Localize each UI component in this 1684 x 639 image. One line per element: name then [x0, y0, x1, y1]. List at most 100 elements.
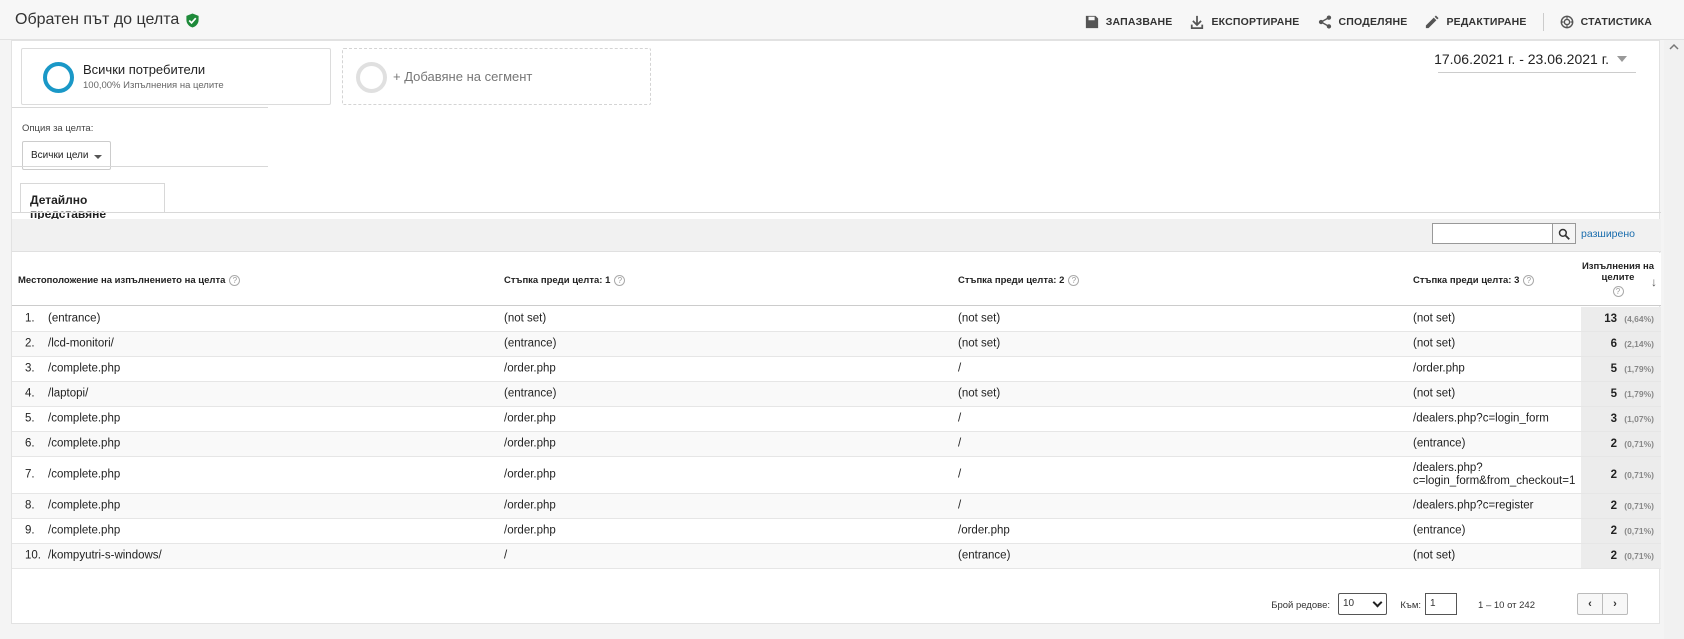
goal-completions-cell: 2 (0,71%) [1581, 457, 1661, 493]
step2-cell[interactable]: / [958, 363, 961, 376]
table-search-input[interactable] [1432, 223, 1553, 244]
goal-completions-percent: (0,71%) [1624, 551, 1654, 561]
step2-cell[interactable]: / [958, 438, 961, 451]
step1-cell[interactable]: /order.php [504, 438, 556, 451]
step1-cell[interactable]: (not set) [504, 313, 546, 326]
column-header-step1[interactable]: Стъпка преди целта: 1 ? [504, 275, 626, 286]
step1-cell[interactable]: /order.php [504, 363, 556, 376]
segment-name: Всички потребители [83, 62, 206, 77]
vertical-scrollbar[interactable] [1664, 40, 1684, 639]
table-row: 4. /laptopi/ (entrance) (not set) (not set) 5… [12, 382, 1661, 407]
search-icon [1558, 228, 1570, 240]
column-header-step3[interactable]: Стъпка преди целта: 3 ? [1413, 275, 1535, 286]
help-icon[interactable]: ? [229, 275, 241, 286]
step3-cell[interactable]: (not set) [1413, 550, 1455, 563]
step3-cell[interactable]: (entrance) [1413, 438, 1465, 451]
goto-input[interactable]: 1 [1425, 593, 1457, 615]
table-row: 9. /complete.php/order.php/order.php (entr… [12, 519, 1661, 544]
report-panel: Всички потребители 100,00% Изпълнения на… [11, 40, 1661, 625]
column-label: Стъпка преди целта: 3 [1413, 275, 1520, 286]
insights-button[interactable]: СТАТИСТИКА [1560, 15, 1652, 29]
step3-cell[interactable]: (not set) [1413, 338, 1455, 351]
step2-cell[interactable]: /order.php [958, 525, 1010, 538]
column-header-step2[interactable]: Стъпка преди целта: 2 ? [958, 275, 1080, 286]
step2-cell[interactable]: / [958, 469, 961, 482]
save-button[interactable]: ЗАПАЗВАНЕ [1085, 15, 1173, 29]
next-page-button[interactable]: › [1603, 594, 1627, 614]
step1-cell[interactable]: /order.php [504, 469, 556, 482]
previous-page-button[interactable]: ‹ [1578, 594, 1603, 614]
location-cell[interactable]: (entrance) [48, 313, 100, 326]
help-icon[interactable]: ? [1068, 275, 1080, 286]
step1-cell[interactable]: /order.php [504, 500, 556, 513]
advanced-filter-link[interactable]: разширено [1581, 228, 1635, 240]
location-cell[interactable]: /laptopi/ [48, 388, 88, 401]
goal-completions-percent: (0,71%) [1624, 501, 1654, 511]
segment-all-users[interactable]: Всички потребители 100,00% Изпълнения на… [21, 48, 331, 105]
step1-cell[interactable]: / [504, 550, 507, 563]
row-number: 1. [25, 312, 35, 325]
row-number: 7. [25, 468, 35, 481]
column-header-goal-completions[interactable]: Изпълнения на целите ↓ ? [1581, 261, 1657, 297]
goal-completions-value: 2 [1610, 438, 1617, 450]
step3-cell[interactable]: /dealers.php? c=login_form&from_checkout=… [1413, 462, 1575, 488]
goal-completions-cell: 2 (0,71%) [1581, 494, 1661, 518]
step2-cell[interactable]: (not set) [958, 313, 1000, 326]
goal-completions-value: 2 [1610, 525, 1617, 537]
rows-per-page-select[interactable]: 10 [1338, 593, 1387, 615]
edit-button[interactable]: РЕДАКТИРАНЕ [1425, 15, 1526, 29]
step1-cell[interactable]: /order.php [504, 525, 556, 538]
column-label: Изпълнения на целите [1581, 261, 1655, 283]
step2-cell[interactable]: (entrance) [958, 550, 1010, 563]
location-cell[interactable]: /complete.php [48, 438, 120, 451]
search-button[interactable] [1552, 223, 1576, 244]
goal-completions-value: 13 [1604, 313, 1617, 325]
table-row: 7. /complete.php/order.php / /dealers.php? c… [12, 457, 1661, 494]
goal-option-label: Опция за целта: [22, 123, 94, 134]
verified-shield-icon [186, 12, 199, 28]
export-button[interactable]: ЕКСПОРТИРАНЕ [1190, 15, 1299, 29]
add-segment-ring-icon [356, 62, 387, 93]
tab-divider [12, 212, 1661, 213]
step2-cell[interactable]: / [958, 500, 961, 513]
step3-cell[interactable]: (not set) [1413, 313, 1455, 326]
step3-cell[interactable]: (entrance) [1413, 525, 1465, 538]
location-cell[interactable]: /lcd-monitori/ [48, 338, 114, 351]
location-cell[interactable]: /complete.php [48, 525, 120, 538]
table-toolbar: разширено [12, 219, 1661, 252]
step1-cell[interactable]: (entrance) [504, 388, 556, 401]
step1-cell[interactable]: /order.php [504, 413, 556, 426]
add-segment-button[interactable]: + Добавяне на сегмент [342, 48, 651, 105]
help-icon[interactable]: ? [614, 275, 626, 286]
share-button[interactable]: СПОДЕЛЯНЕ [1318, 15, 1408, 29]
save-icon [1085, 15, 1098, 29]
step3-cell[interactable]: (not set) [1413, 388, 1455, 401]
location-cell[interactable]: /complete.php [48, 413, 120, 426]
divider [12, 166, 268, 167]
tab-explorer[interactable]: Детайлно представяне [20, 183, 165, 221]
row-number: 10. [25, 549, 41, 562]
step3-cell[interactable]: /dealers.php?c=login_form [1413, 413, 1549, 426]
step2-cell[interactable]: / [958, 413, 961, 426]
pencil-icon [1426, 15, 1440, 29]
location-cell[interactable]: /complete.php [48, 363, 120, 376]
goal-completions-value: 5 [1610, 363, 1617, 375]
date-range-picker[interactable]: 17.06.2021 г. - 23.06.2021 г. [1434, 51, 1627, 67]
scroll-up-arrow-icon[interactable] [1668, 42, 1680, 52]
help-icon[interactable]: ? [1523, 275, 1535, 286]
pagination-bar: Брой редове: 10 Към: 1 1 – 10 от 242 ‹ › [12, 585, 1661, 625]
help-icon[interactable]: ? [1612, 286, 1624, 297]
location-cell[interactable]: /complete.php [48, 469, 120, 482]
goal-completions-cell: 13 (4,64%) [1581, 307, 1661, 331]
column-header-location[interactable]: Местоположение на изпълнението на целта … [18, 275, 241, 286]
column-label: Местоположение на изпълнението на целта [18, 275, 226, 286]
column-label: Стъпка преди целта: 2 [958, 275, 1065, 286]
location-cell[interactable]: /kompyutri-s-windows/ [48, 550, 162, 563]
step1-cell[interactable]: (entrance) [504, 338, 556, 351]
step3-cell[interactable]: /dealers.php?c=register [1413, 500, 1534, 513]
location-cell[interactable]: /complete.php [48, 500, 120, 513]
goto-value: 1 [1430, 598, 1436, 609]
step2-cell[interactable]: (not set) [958, 388, 1000, 401]
step2-cell[interactable]: (not set) [958, 338, 1000, 351]
step3-cell[interactable]: /order.php [1413, 363, 1465, 376]
